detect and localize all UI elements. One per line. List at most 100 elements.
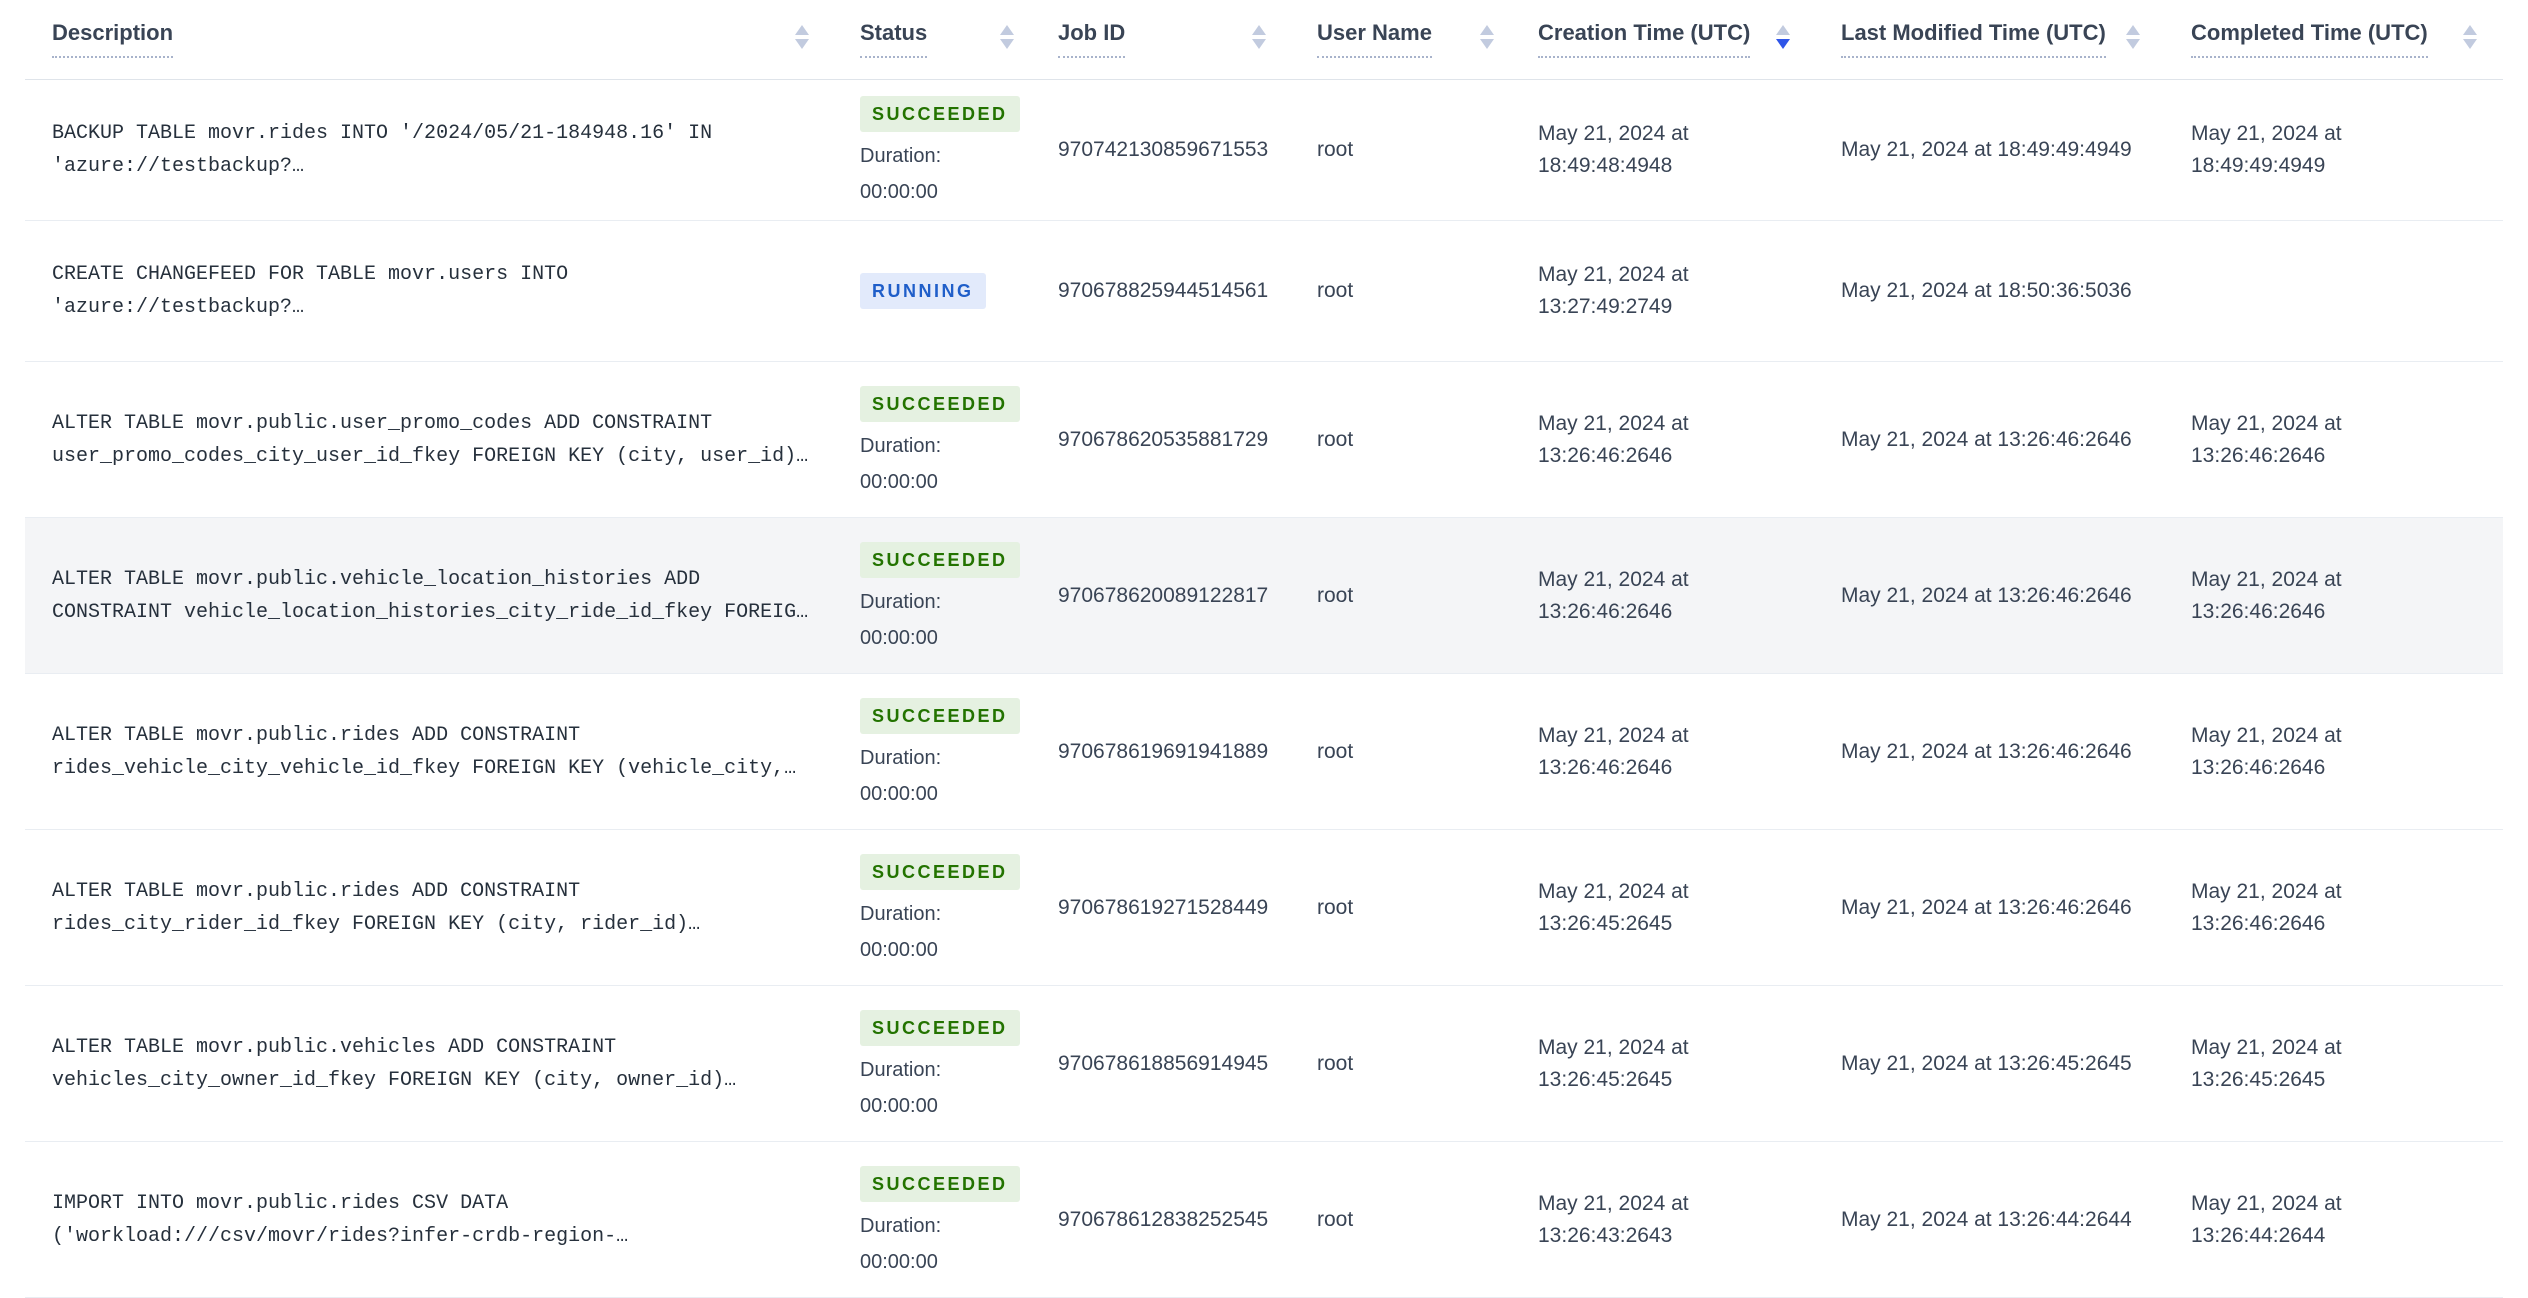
completed-time-cell: May 21, 2024 at 13:26:46:2646 (2166, 720, 2503, 784)
column-header-description[interactable]: Description (25, 0, 835, 79)
completed-time-cell (2166, 275, 2503, 307)
user-name: root (1317, 427, 1354, 451)
column-header-creation-time[interactable]: Creation Time (UTC) (1520, 0, 1816, 79)
sort-descending-arrow-icon[interactable] (1000, 39, 1014, 49)
sort-arrows[interactable] (2463, 25, 2477, 49)
job-id: 970678619691941889 (1058, 739, 1269, 763)
job-id-cell: 970678612838252545 (1040, 1204, 1292, 1236)
sort-descending-arrow-icon[interactable] (2463, 39, 2477, 49)
status-cell: SUCCEEDED Duration: 00:00:00 (835, 385, 1040, 494)
job-description-cell[interactable]: ALTER TABLE movr.public.vehicle_location… (25, 563, 835, 629)
last-modified-time: May 21, 2024 at 18:49:49:4949 (1841, 138, 2132, 161)
sort-ascending-arrow-icon[interactable] (1480, 25, 1494, 35)
sort-arrows[interactable] (1000, 25, 1014, 49)
table-row[interactable]: ALTER TABLE movr.public.vehicles ADD CON… (25, 986, 2503, 1142)
column-header-job-id-label[interactable]: Job ID (1058, 20, 1126, 58)
user-name: root (1317, 895, 1354, 919)
column-header-creation-time-label[interactable]: Creation Time (UTC) (1538, 20, 1751, 58)
table-row[interactable]: ALTER TABLE movr.public.user_promo_codes… (25, 362, 2503, 518)
status-stack: SUCCEEDED Duration: 00:00:00 (860, 697, 1040, 806)
column-header-job-id[interactable]: Job ID (1040, 0, 1292, 79)
job-description-line2: rides_city_rider_id_fkey FOREIGN KEY (ci… (52, 912, 701, 936)
last-modified-time-cell: May 21, 2024 at 18:49:49:4949 (1816, 134, 2166, 166)
job-description-cell[interactable]: BACKUP TABLE movr.rides INTO '/2024/05/2… (25, 117, 835, 183)
completed-time-cell: May 21, 2024 at 13:26:46:2646 (2166, 564, 2503, 628)
sort-ascending-arrow-icon[interactable] (795, 25, 809, 35)
sort-ascending-arrow-icon[interactable] (1000, 25, 1014, 35)
column-header-last-modified-time[interactable]: Last Modified Time (UTC) (1816, 0, 2166, 79)
job-description-line1: CREATE CHANGEFEED FOR TABLE movr.users I… (52, 263, 569, 286)
job-id-cell: 970678618856914945 (1040, 1048, 1292, 1080)
table-row[interactable]: ALTER TABLE movr.public.rides ADD CONSTR… (25, 674, 2503, 830)
column-header-user-name-label[interactable]: User Name (1317, 20, 1432, 58)
duration-value: 00:00:00 (860, 782, 938, 805)
sort-arrows[interactable] (1252, 25, 1266, 49)
sort-ascending-arrow-icon[interactable] (2126, 25, 2140, 35)
creation-time-cell: May 21, 2024 at 13:26:45:2645 (1520, 1032, 1816, 1096)
job-description-cell[interactable]: ALTER TABLE movr.public.user_promo_codes… (25, 407, 835, 473)
last-modified-time-cell: May 21, 2024 at 13:26:46:2646 (1816, 736, 2166, 768)
job-description-line2: 'azure://testbackup?… (52, 155, 305, 178)
jobs-table-header: Description Status Job ID User Name Crea… (25, 0, 2503, 80)
job-id-cell: 970678620089122817 (1040, 580, 1292, 612)
job-description-cell[interactable]: ALTER TABLE movr.public.rides ADD CONSTR… (25, 719, 835, 785)
status-stack: SUCCEEDED Duration: 00:00:00 (860, 853, 1040, 962)
sort-arrows[interactable] (795, 25, 809, 49)
table-row[interactable]: IMPORT INTO movr.public.rides CSV DATA (… (25, 1142, 2503, 1298)
sort-descending-arrow-icon[interactable] (1480, 39, 1494, 49)
sort-ascending-arrow-icon[interactable] (2463, 25, 2477, 35)
duration-value: 00:00:00 (860, 1094, 938, 1117)
column-header-last-modified-time-label[interactable]: Last Modified Time (UTC) (1841, 20, 2106, 58)
column-header-user-name[interactable]: User Name (1292, 0, 1520, 79)
job-description-cell[interactable]: ALTER TABLE movr.public.rides ADD CONSTR… (25, 875, 835, 941)
user-name-cell: root (1292, 736, 1520, 768)
job-description-line1: ALTER TABLE movr.public.vehicles ADD CON… (52, 1035, 617, 1059)
user-name-cell: root (1292, 1048, 1520, 1080)
sort-arrows[interactable] (2126, 25, 2140, 49)
sort-descending-arrow-icon[interactable] (795, 39, 809, 49)
completed-time: May 21, 2024 at 13:26:44:2644 (2191, 1191, 2342, 1247)
table-row[interactable]: CREATE CHANGEFEED FOR TABLE movr.users I… (25, 221, 2503, 362)
status-stack: SUCCEEDED Duration: 00:00:00 (860, 1165, 1040, 1274)
column-header-completed-time-label[interactable]: Completed Time (UTC) (2191, 20, 2428, 58)
last-modified-time: May 21, 2024 at 13:26:44:2644 (1841, 1207, 2132, 1231)
sort-descending-arrow-icon[interactable] (1776, 39, 1790, 49)
creation-time: May 21, 2024 at 13:26:45:2645 (1538, 879, 1689, 935)
last-modified-time-cell: May 21, 2024 at 13:26:46:2646 (1816, 580, 2166, 612)
job-description-cell[interactable]: CREATE CHANGEFEED FOR TABLE movr.users I… (25, 258, 835, 324)
jobs-table-body: BACKUP TABLE movr.rides INTO '/2024/05/2… (25, 80, 2503, 1298)
last-modified-time-cell: May 21, 2024 at 18:50:36:5036 (1816, 275, 2166, 307)
creation-time-cell: May 21, 2024 at 13:26:46:2646 (1520, 720, 1816, 784)
job-description-line1: IMPORT INTO movr.public.rides CSV DATA (52, 1191, 509, 1215)
sort-arrows[interactable] (1776, 25, 1790, 49)
job-description-line1: BACKUP TABLE movr.rides INTO '/2024/05/2… (52, 122, 713, 145)
status-stack: RUNNING (860, 273, 1040, 309)
column-header-description-label[interactable]: Description (52, 20, 174, 58)
sort-descending-arrow-icon[interactable] (2126, 39, 2140, 49)
duration-value: 00:00:00 (860, 1250, 938, 1273)
table-row[interactable]: ALTER TABLE movr.public.rides ADD CONSTR… (25, 830, 2503, 986)
job-description-line1: ALTER TABLE movr.public.vehicle_location… (52, 567, 701, 591)
job-description-line2: ('workload:///csv/movr/rides?infer-crdb-… (52, 1224, 629, 1248)
sort-descending-arrow-icon[interactable] (1252, 39, 1266, 49)
last-modified-time: May 21, 2024 at 13:26:46:2646 (1841, 895, 2132, 919)
job-description-cell[interactable]: IMPORT INTO movr.public.rides CSV DATA (… (25, 1187, 835, 1253)
status-cell: SUCCEEDED Duration: 00:00:00 (835, 1165, 1040, 1274)
duration-value: 00:00:00 (860, 626, 938, 649)
duration-label: Duration: (860, 434, 942, 457)
job-description-cell[interactable]: ALTER TABLE movr.public.vehicles ADD CON… (25, 1031, 835, 1097)
table-row[interactable]: ALTER TABLE movr.public.vehicle_location… (25, 518, 2503, 674)
table-row[interactable]: BACKUP TABLE movr.rides INTO '/2024/05/2… (25, 80, 2503, 221)
column-header-status[interactable]: Status (835, 0, 1040, 79)
column-header-completed-time[interactable]: Completed Time (UTC) (2166, 0, 2503, 79)
status-cell: SUCCEEDED Duration: 00:00:00 (835, 541, 1040, 650)
sort-ascending-arrow-icon[interactable] (1252, 25, 1266, 35)
sort-arrows[interactable] (1480, 25, 1494, 49)
column-header-status-label[interactable]: Status (860, 20, 928, 58)
job-id: 970678612838252545 (1058, 1207, 1269, 1231)
completed-time: May 21, 2024 at 13:26:46:2646 (2191, 567, 2342, 623)
duration-value: 00:00:00 (860, 181, 938, 203)
duration-label: Duration: (860, 902, 942, 925)
status-cell: SUCCEEDED Duration: 00:00:00 (835, 96, 1040, 204)
sort-ascending-arrow-icon[interactable] (1776, 25, 1790, 35)
